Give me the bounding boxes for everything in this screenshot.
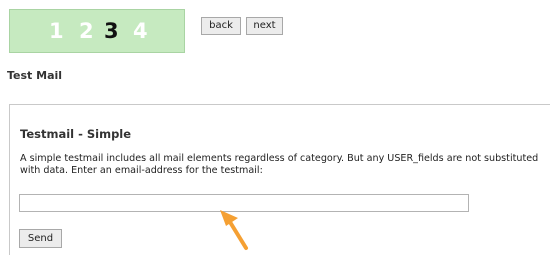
send-button[interactable]: Send	[19, 229, 62, 248]
step-2: 2	[79, 19, 94, 43]
panel-title: Testmail - Simple	[20, 127, 132, 141]
page-title: Test Mail	[7, 69, 63, 82]
step-3-current: 3	[104, 19, 119, 43]
step-indicator: 1 2 3 4	[9, 9, 185, 53]
step-4: 4	[133, 19, 148, 43]
back-button[interactable]: back	[201, 17, 241, 35]
next-button[interactable]: next	[246, 17, 283, 35]
step-1: 1	[49, 19, 64, 43]
panel-description: A simple testmail includes all mail elem…	[20, 153, 539, 176]
arrow-pointer-icon	[220, 210, 248, 250]
testmail-panel: Testmail - Simple A simple testmail incl…	[9, 104, 550, 255]
